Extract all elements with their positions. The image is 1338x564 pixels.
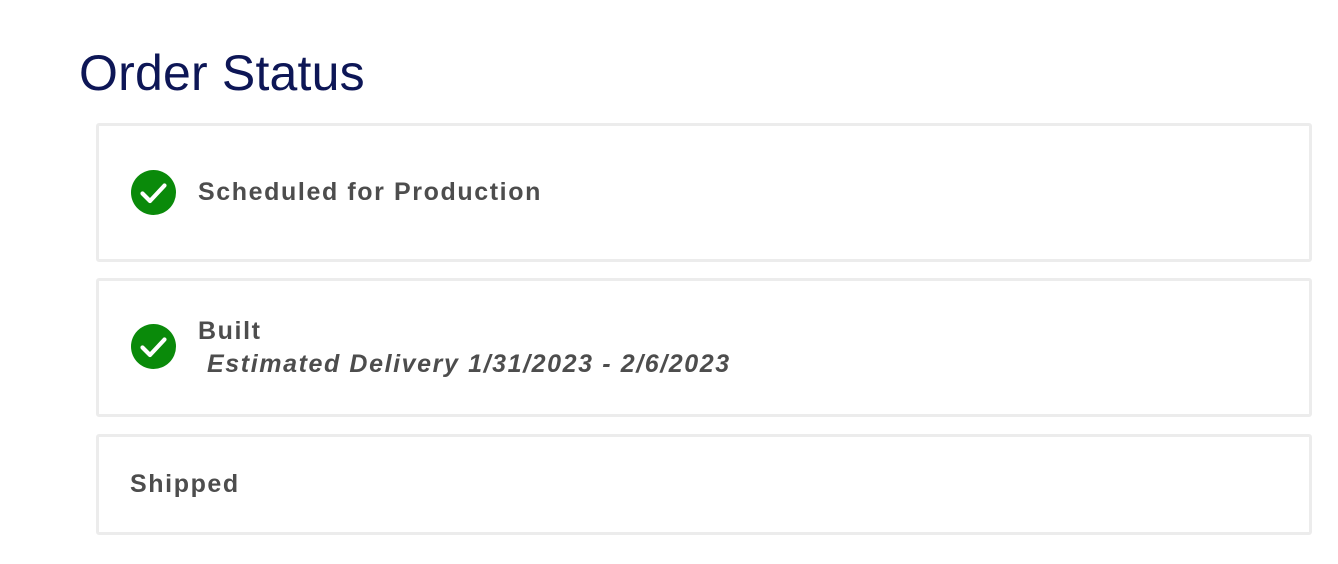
check-circle-icon (131, 324, 176, 369)
status-step-built: Built Estimated Delivery 1/31/2023 - 2/6… (96, 278, 1312, 417)
check-circle-icon (131, 170, 176, 215)
status-step-label: Scheduled for Production (198, 178, 542, 206)
estimated-delivery-text: Estimated Delivery 1/31/2023 - 2/6/2023 (207, 350, 731, 378)
status-step-label: Shipped (130, 470, 240, 498)
page-title: Order Status (79, 45, 365, 101)
status-step-scheduled: Scheduled for Production (96, 123, 1312, 262)
status-step-label: Built (198, 317, 262, 345)
status-step-shipped: Shipped (96, 434, 1312, 535)
